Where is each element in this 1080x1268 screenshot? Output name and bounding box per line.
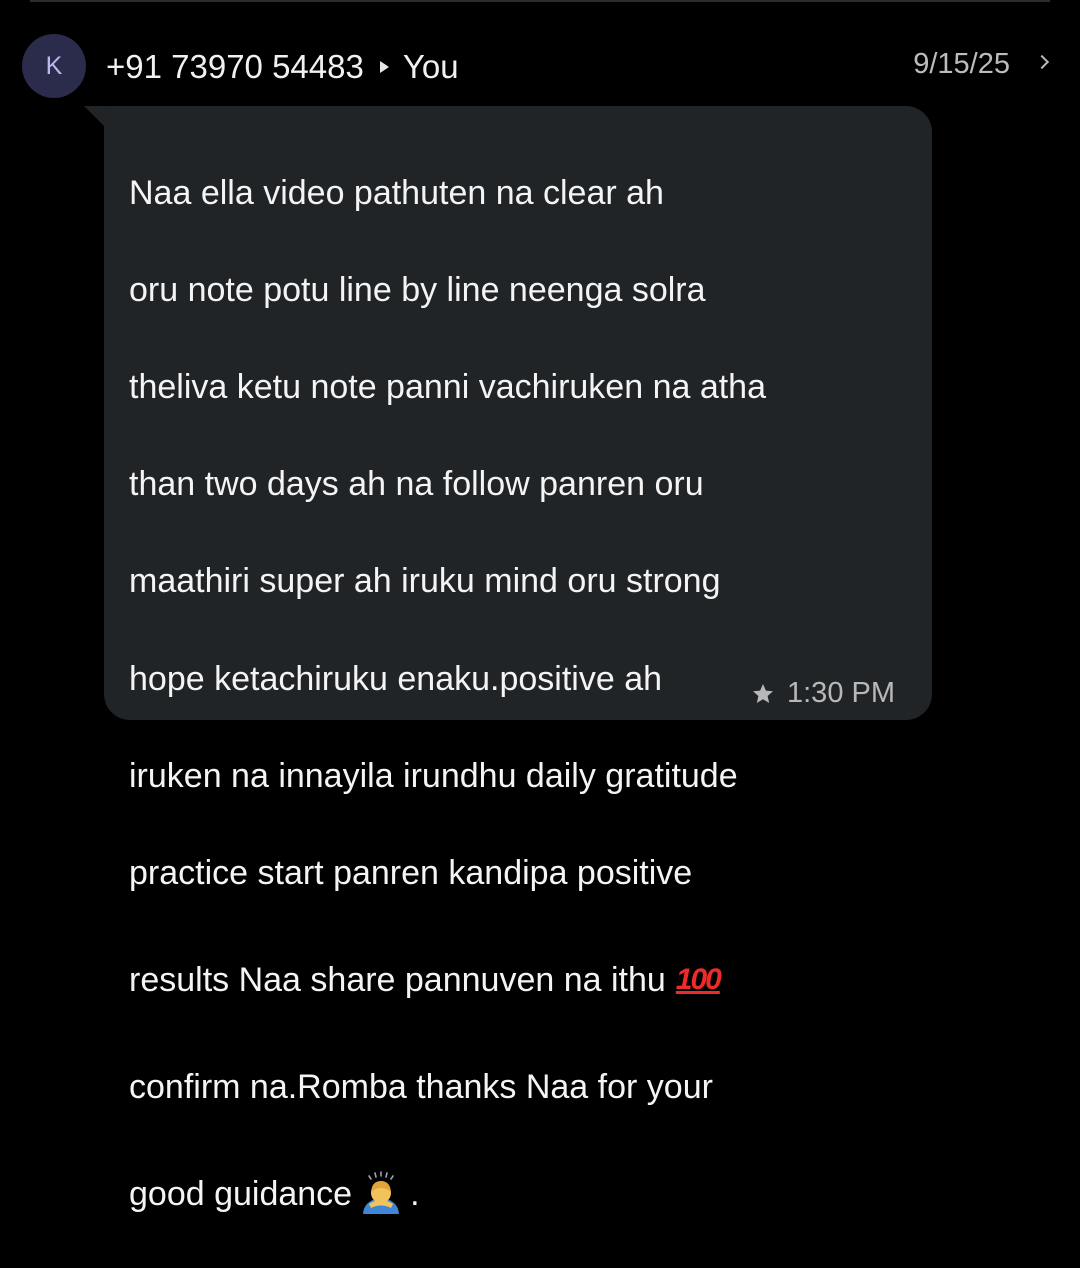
message-line: results Naa share pannuven na ithu 100 xyxy=(129,956,919,1005)
chevron-right-icon[interactable] xyxy=(1034,54,1050,70)
message-line-text: results Naa share pannuven na ithu xyxy=(129,961,666,1000)
message-date: 9/15/25 xyxy=(913,48,1010,80)
trailing-dot: . xyxy=(410,1175,420,1214)
message-time-row: 1:30 PM xyxy=(751,677,895,710)
message-line: oru note potu line by line neenga solra xyxy=(129,270,706,309)
person-bowing-emoji xyxy=(363,1171,400,1215)
arrow-right-icon xyxy=(379,61,389,73)
top-divider xyxy=(30,0,1050,2)
message-line: Naa ella video pathuten na clear ah xyxy=(129,173,664,212)
message-line: good guidance . xyxy=(129,1170,919,1219)
recipient-name: You xyxy=(402,48,459,85)
message-line: iruken na innayila irundhu daily gratitu… xyxy=(129,756,738,795)
message-line: than two days ah na follow panren oru xyxy=(129,465,704,504)
message-line: theliva ketu note panni vachiruken na at… xyxy=(129,367,767,406)
message-time: 1:30 PM xyxy=(787,677,895,709)
hundred-points-emoji: 100 xyxy=(675,963,722,997)
sender-number[interactable]: +91 73970 54483 xyxy=(106,48,364,86)
message-line: practice start panren kandipa positive xyxy=(129,853,693,892)
message-line-text: good guidance xyxy=(129,1175,353,1214)
message-header: +91 73970 54483 You xyxy=(106,45,459,89)
message-line: confirm na.Romba thanks Naa for your xyxy=(129,1068,713,1107)
avatar[interactable]: K xyxy=(22,34,86,98)
message-line: maathiri super ah iruku mind oru strong xyxy=(129,562,721,601)
avatar-letter: K xyxy=(45,51,63,80)
star-icon xyxy=(753,683,773,703)
